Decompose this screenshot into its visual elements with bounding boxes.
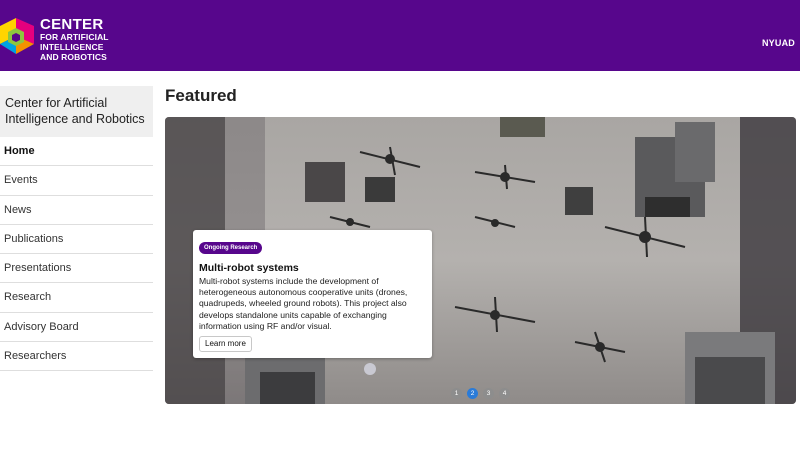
sidebar-title[interactable]: Center for Artificial Intelligence and R… bbox=[0, 86, 153, 137]
learn-more-button[interactable]: Learn more bbox=[199, 336, 252, 352]
carousel-indicator-2[interactable]: 2 bbox=[467, 388, 478, 399]
cair-logo-icon[interactable] bbox=[0, 14, 34, 60]
carousel-indicator-4[interactable]: 4 bbox=[499, 388, 510, 399]
top-header-bar: CENTER FOR ARTIFICIAL INTELLIGENCE AND R… bbox=[0, 0, 800, 71]
sidebar-item-home[interactable]: Home bbox=[0, 137, 153, 167]
sidebar-item-advisory-board[interactable]: Advisory Board bbox=[0, 313, 153, 343]
sidebar-item-publications[interactable]: Publications bbox=[0, 225, 153, 255]
slide-description: Multi-robot systems include the developm… bbox=[199, 276, 408, 331]
sidebar-item-research[interactable]: Research bbox=[0, 283, 153, 313]
logo-line-robotics: AND ROBOTICS bbox=[40, 52, 107, 62]
carousel-indicator-1[interactable]: 1 bbox=[451, 388, 462, 399]
featured-heading: Featured bbox=[165, 86, 237, 105]
ongoing-research-badge: Ongoing Research bbox=[199, 242, 263, 254]
logo-line-intelligence: INTELLIGENCE bbox=[40, 42, 104, 52]
slide-title: Multi-robot systems bbox=[199, 262, 299, 274]
logo-line-center: CENTER bbox=[40, 16, 104, 33]
nyuad-link[interactable]: NYUAD bbox=[762, 38, 795, 48]
carousel-indicator-3[interactable]: 3 bbox=[483, 388, 494, 399]
sidebar-item-researchers[interactable]: Researchers bbox=[0, 342, 153, 372]
carousel-caption-card: Ongoing Research Multi-robot systems Mul… bbox=[193, 230, 432, 358]
sidebar-item-events[interactable]: Events bbox=[0, 166, 153, 196]
sidebar-item-news[interactable]: News bbox=[0, 196, 153, 225]
sidebar-item-presentations[interactable]: Presentations bbox=[0, 254, 153, 284]
logo-line-ai: FOR ARTIFICIAL bbox=[40, 32, 109, 42]
sidebar-nav: Center for Artificial Intelligence and R… bbox=[0, 86, 153, 372]
center-logo-text[interactable]: CENTER FOR ARTIFICIAL INTELLIGENCE AND R… bbox=[40, 17, 109, 62]
